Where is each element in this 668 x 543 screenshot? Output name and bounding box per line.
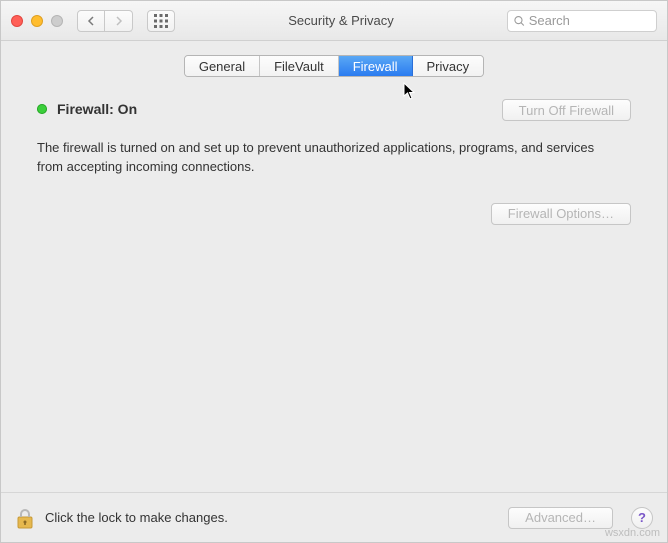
chevron-left-icon (87, 16, 95, 26)
help-button[interactable]: ? (631, 507, 653, 529)
search-input[interactable] (529, 13, 650, 28)
tab-privacy[interactable]: Privacy (413, 56, 484, 76)
titlebar: Security & Privacy (1, 1, 667, 41)
status-dot-icon (37, 104, 47, 114)
firewall-status: Firewall: On (37, 99, 137, 117)
lock-hint-text: Click the lock to make changes. (45, 510, 498, 525)
tab-general[interactable]: General (185, 56, 260, 76)
show-all-button[interactable] (147, 10, 175, 32)
tab-firewall[interactable]: Firewall (339, 56, 413, 76)
watermark-text: wsxdn.com (605, 527, 660, 539)
preferences-window: Security & Privacy General FileVault Fir… (0, 0, 668, 543)
minimize-window-button[interactable] (31, 15, 43, 27)
advanced-button[interactable]: Advanced… (508, 507, 613, 529)
forward-button[interactable] (105, 10, 133, 32)
tab-segmented-control: General FileVault Firewall Privacy (184, 55, 484, 77)
nav-buttons (77, 10, 133, 32)
close-window-button[interactable] (11, 15, 23, 27)
footer: Click the lock to make changes. Advanced… (1, 492, 667, 542)
zoom-window-button[interactable] (51, 15, 63, 27)
firewall-options-button[interactable]: Firewall Options… (491, 203, 631, 225)
lock-button[interactable] (15, 506, 35, 530)
options-row: Firewall Options… (37, 203, 631, 225)
content-area: Firewall: On Turn Off Firewall The firew… (1, 89, 667, 492)
window-controls (11, 15, 63, 27)
search-icon (514, 15, 525, 27)
lock-icon (15, 506, 35, 530)
status-row: Firewall: On Turn Off Firewall (37, 99, 631, 121)
back-button[interactable] (77, 10, 105, 32)
search-field[interactable] (507, 10, 657, 32)
window-title: Security & Privacy (183, 13, 499, 28)
tabs-row: General FileVault Firewall Privacy (1, 41, 667, 89)
firewall-description: The firewall is turned on and set up to … (37, 139, 607, 177)
turn-off-firewall-button[interactable]: Turn Off Firewall (502, 99, 631, 121)
chevron-right-icon (115, 16, 123, 26)
firewall-status-label: Firewall: On (57, 101, 137, 117)
grid-icon (154, 14, 168, 28)
tab-filevault[interactable]: FileVault (260, 56, 339, 76)
